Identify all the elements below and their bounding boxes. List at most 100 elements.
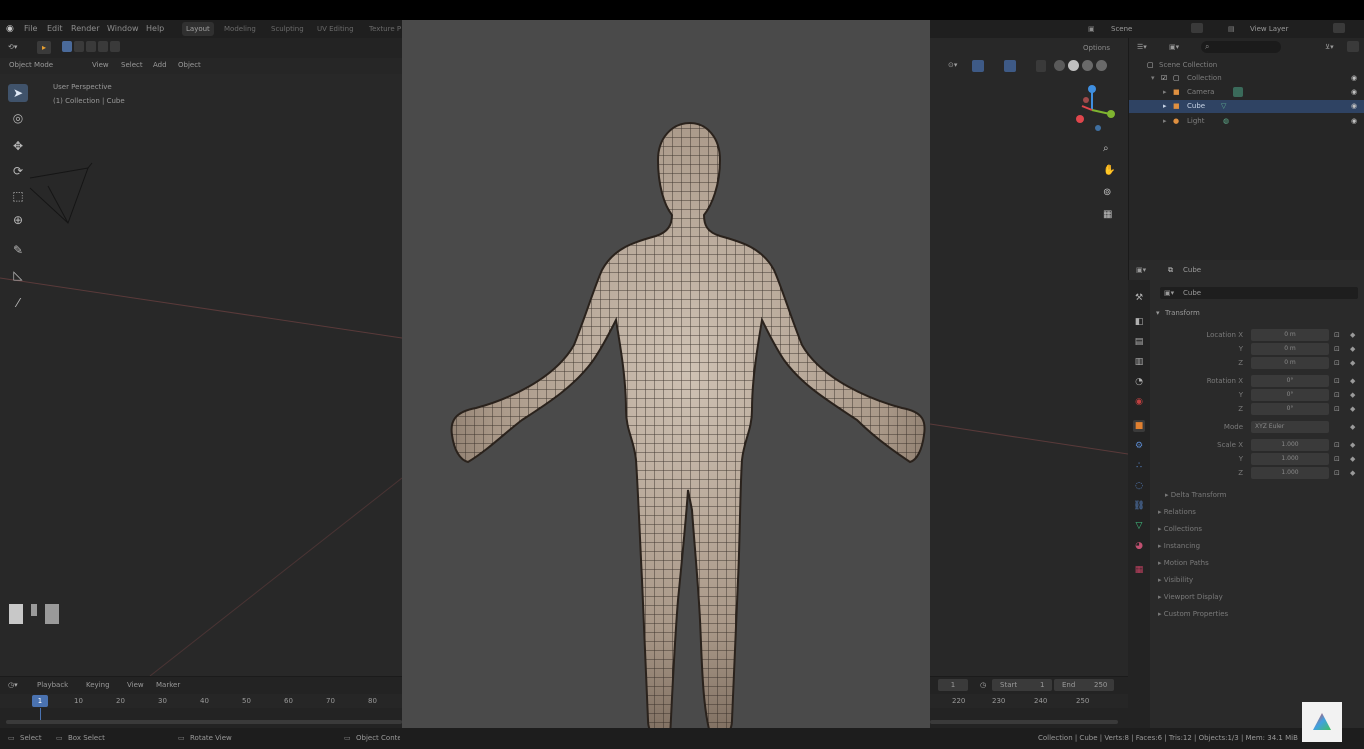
clock-icon[interactable]: ◷ [980, 681, 986, 690]
scale-tool-button[interactable]: ⬚ [8, 187, 28, 205]
section-instancing[interactable]: ▸ Instancing [1158, 542, 1200, 550]
tab-sculpting[interactable]: Sculpting [267, 22, 308, 36]
tool-tab-icon[interactable]: ⚒ [1133, 292, 1145, 304]
transform-section-header[interactable]: Transform [1165, 309, 1200, 318]
section-motion-paths[interactable]: ▸ Motion Paths [1158, 559, 1209, 567]
cursor-tool-button[interactable]: ◎ [8, 109, 28, 127]
viewport-menu-add[interactable]: Add [153, 61, 167, 70]
timeline-editor-icon[interactable]: ◷▾ [8, 681, 18, 690]
location-y-field[interactable]: 0 m [1251, 343, 1329, 355]
keyframe-icon[interactable]: ◆ [1350, 391, 1355, 400]
menu-file[interactable]: File [24, 24, 37, 33]
lock-icon[interactable]: ⊡ [1334, 441, 1340, 450]
timeline-panel[interactable]: ◷▾ Playback Keying View Marker 1 10 20 3… [0, 676, 402, 729]
move-tool-button[interactable]: ✥ [8, 137, 28, 155]
section-delta-transform[interactable]: ▸ Delta Transform [1165, 491, 1226, 499]
camera-view-icon[interactable]: ⊚ [1103, 187, 1111, 198]
keyframe-icon[interactable]: ◆ [1350, 441, 1355, 450]
ortho-toggle-icon[interactable]: ▦ [1103, 209, 1112, 220]
expand-arrow-icon[interactable]: ▾ [1151, 72, 1155, 85]
visibility-eye-icon[interactable]: ◉ [1351, 100, 1357, 113]
visibility-eye-icon[interactable]: ◉ [1351, 72, 1357, 85]
keyframe-icon[interactable]: ◆ [1350, 377, 1355, 386]
checkbox-icon[interactable]: ☑ [1161, 72, 1167, 85]
gizmo-toggle-icon[interactable] [972, 60, 984, 72]
keyframe-icon[interactable]: ◆ [1350, 345, 1355, 354]
scene-tab-icon[interactable]: ◔ [1133, 376, 1145, 388]
world-tab-icon[interactable]: ◉ [1133, 396, 1145, 408]
select-new-icon[interactable] [62, 41, 72, 52]
keyframe-icon[interactable]: ◆ [1350, 455, 1355, 464]
tab-uv-editing[interactable]: UV Editing [313, 22, 358, 36]
scale-z-field[interactable]: 1.000 [1251, 467, 1329, 479]
data-tab-icon[interactable]: ▽ [1133, 520, 1145, 532]
view-layer-new-button[interactable] [1333, 23, 1345, 33]
constraints-tab-icon[interactable]: ⛓ [1133, 500, 1145, 512]
scale-x-field[interactable]: 1.000 [1251, 439, 1329, 451]
timeline-menu-keying[interactable]: Keying [86, 681, 110, 690]
timeline-menu-playback[interactable]: Playback [37, 681, 68, 690]
scene-label[interactable]: Scene [1111, 25, 1132, 34]
transform-tool-button[interactable]: ⊕ [8, 211, 28, 229]
outliner-scene-collection[interactable]: ▢ Scene Collection [1129, 59, 1364, 72]
rotation-y-field[interactable]: 0° [1251, 389, 1329, 401]
menu-help[interactable]: Help [146, 24, 164, 33]
add-cube-tool-button[interactable]: ⁄ [8, 294, 28, 312]
select-subtract-icon[interactable] [86, 41, 96, 52]
viewport-menu-object[interactable]: Object [178, 61, 201, 70]
keyframe-icon[interactable]: ◆ [1350, 423, 1355, 432]
render-tab-icon[interactable]: ◧ [1133, 316, 1145, 328]
view-layer-label[interactable]: View Layer [1250, 25, 1288, 34]
modifier-tab-icon[interactable]: ⚙ [1133, 440, 1145, 452]
select-invert-icon[interactable] [98, 41, 108, 52]
keyframe-icon[interactable]: ◆ [1350, 331, 1355, 340]
outliner-row-cube[interactable]: ▸ ■ Cube ▽ ◉ [1129, 100, 1364, 113]
material-tab-icon[interactable]: ◕ [1133, 540, 1145, 552]
expand-arrow-icon[interactable]: ▸ [1163, 100, 1167, 113]
timeline-menu-view[interactable]: View [127, 681, 144, 690]
scene-icon[interactable]: ▣ [1088, 25, 1095, 34]
object-name-value[interactable]: Cube [1183, 289, 1201, 298]
lock-icon[interactable]: ⊡ [1334, 455, 1340, 464]
menu-edit[interactable]: Edit [47, 24, 63, 33]
current-frame-indicator[interactable]: 1 [32, 695, 48, 707]
visibility-eye-icon[interactable]: ◉ [1351, 86, 1357, 99]
keyframe-icon[interactable]: ◆ [1350, 469, 1355, 478]
section-visibility[interactable]: ▸ Visibility [1158, 576, 1193, 584]
visibility-eye-icon[interactable]: ◉ [1351, 115, 1357, 128]
new-collection-button[interactable] [1347, 41, 1359, 52]
section-custom-properties[interactable]: ▸ Custom Properties [1158, 610, 1228, 618]
timeline-scrollbar-right[interactable] [930, 720, 1118, 724]
start-frame-field[interactable]: Start 1 [992, 679, 1052, 691]
overlay-toggle-icon[interactable] [1004, 60, 1016, 72]
xray-toggle-icon[interactable] [1036, 60, 1046, 72]
shading-wireframe-icon[interactable] [1054, 60, 1065, 71]
outliner-row-camera[interactable]: ▸ ■ Camera ◉ [1129, 86, 1364, 99]
tab-modeling[interactable]: Modeling [220, 22, 260, 36]
shading-solid-icon[interactable] [1068, 60, 1079, 71]
timeline-menu-marker[interactable]: Marker [156, 681, 180, 690]
lock-icon[interactable]: ⊡ [1334, 359, 1340, 368]
location-x-field[interactable]: 0 m [1251, 329, 1329, 341]
expand-arrow-icon[interactable]: ▸ [1163, 115, 1167, 128]
output-tab-icon[interactable]: ▤ [1133, 336, 1145, 348]
location-z-field[interactable]: 0 m [1251, 357, 1329, 369]
view-object-types-icon[interactable]: ⊙▾ [948, 61, 957, 70]
select-tool-button[interactable]: ➤ [8, 84, 28, 102]
outliner-editor-icon[interactable]: ☰▾ [1137, 43, 1147, 52]
editor-type-icon[interactable]: ⟲▾ [8, 43, 17, 52]
physics-tab-icon[interactable]: ◌ [1133, 480, 1145, 492]
select-intersect-icon[interactable] [110, 41, 120, 52]
lock-icon[interactable]: ⊡ [1334, 391, 1340, 400]
gizmo-x-axis[interactable] [1076, 115, 1084, 123]
shading-rendered-icon[interactable] [1096, 60, 1107, 71]
menu-window[interactable]: Window [107, 24, 139, 33]
rotation-mode-dropdown[interactable]: XYZ Euler [1251, 421, 1329, 433]
display-mode-icon[interactable]: ▣▾ [1169, 43, 1179, 52]
tab-layout[interactable]: Layout [182, 22, 214, 36]
lock-icon[interactable]: ⊡ [1334, 405, 1340, 414]
outliner-row-collection[interactable]: ▾ ☑ ▢ Collection ◉ [1129, 72, 1364, 85]
texture-tab-icon[interactable]: ▦ [1133, 564, 1145, 576]
filter-icon[interactable]: ⊻▾ [1325, 43, 1334, 52]
object-tab-icon[interactable]: ■ [1133, 420, 1145, 432]
